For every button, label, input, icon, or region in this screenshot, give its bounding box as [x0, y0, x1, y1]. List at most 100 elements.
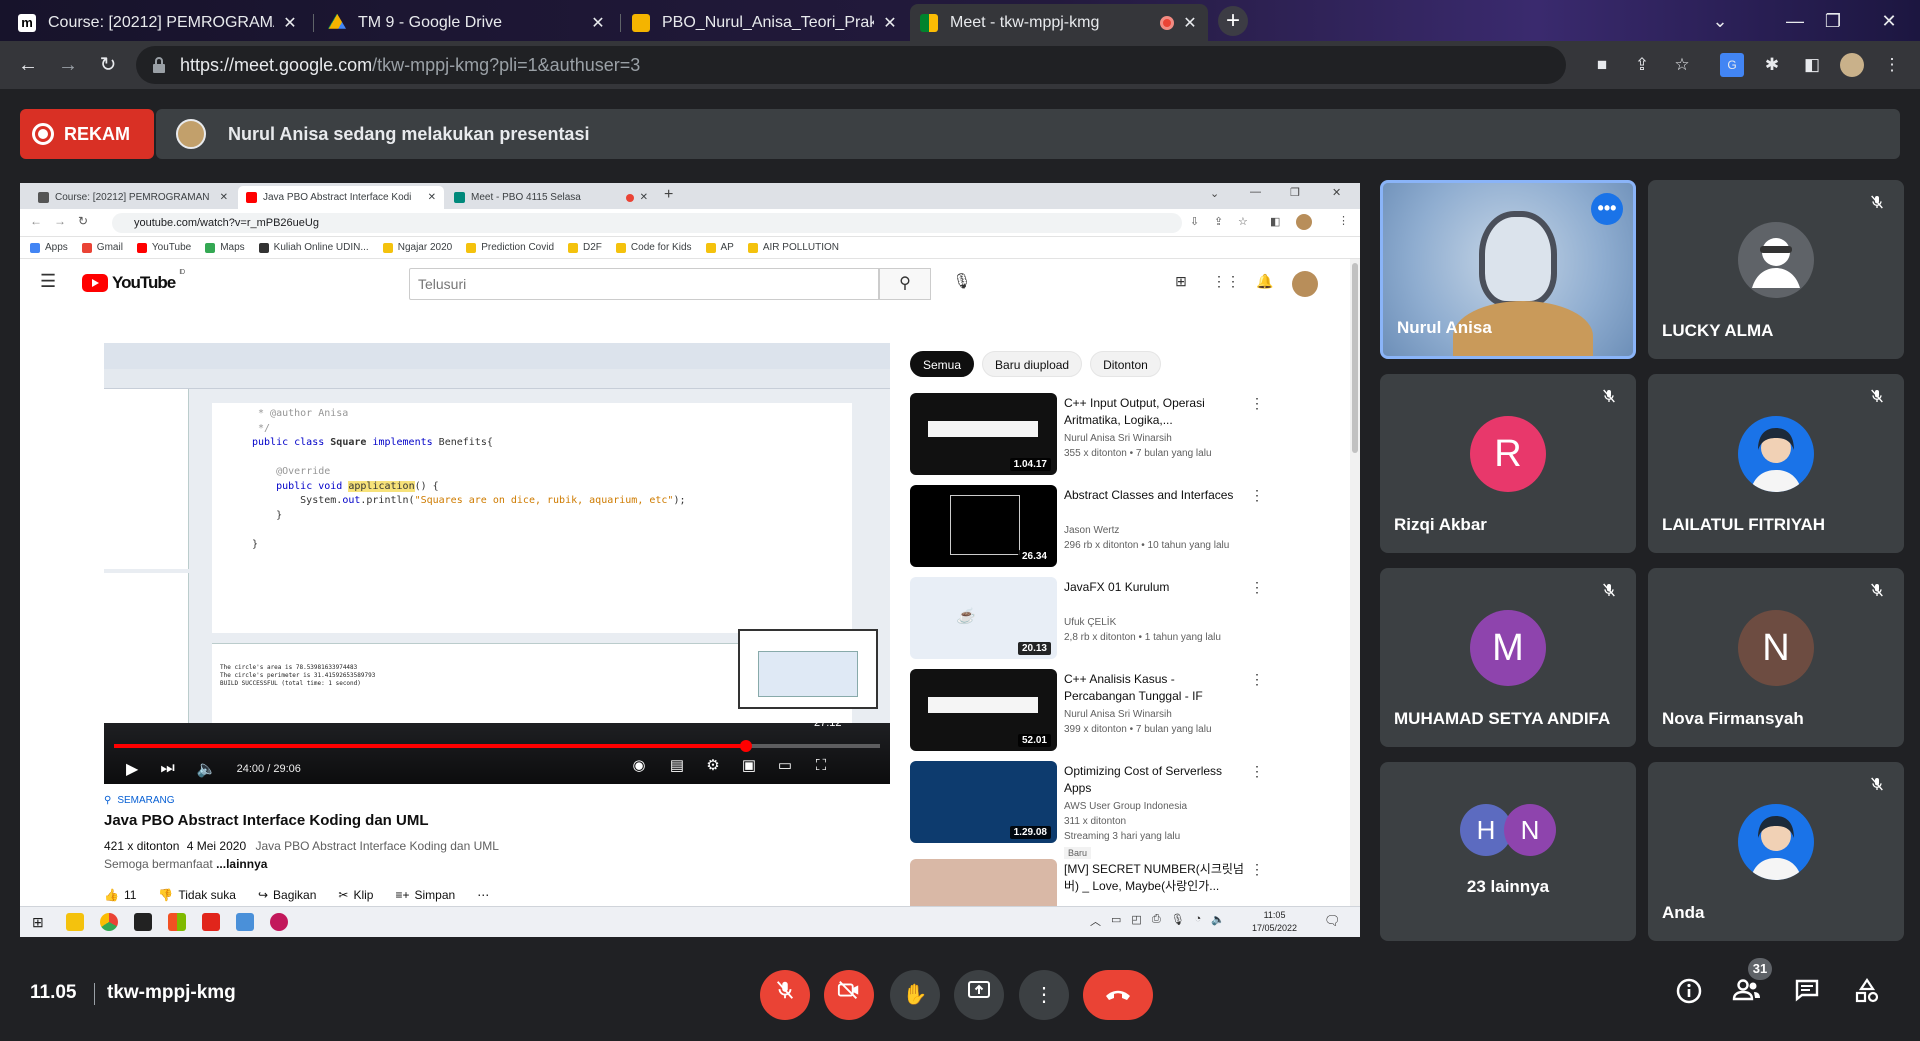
theater-mode-icon: ▭	[777, 757, 793, 774]
bookmark-label: Maps	[220, 242, 245, 253]
tab-search-icon[interactable]: ⌄	[1705, 8, 1735, 34]
share-arrow-icon: ↪	[257, 888, 269, 902]
tray-icon: ▭	[1111, 914, 1122, 926]
microphone-icon: 🎙	[952, 273, 972, 290]
dislike-button: 👎 Tidak suka	[158, 888, 236, 902]
more-vert-icon: ⋮	[1250, 861, 1264, 877]
meeting-details-button[interactable]	[1672, 978, 1706, 1012]
participant-name: LAILATUL FITRIYAH	[1662, 515, 1826, 534]
miniplayer-icon: ▣	[741, 757, 757, 774]
bookmark-folder-icon	[81, 242, 92, 253]
extensions-icon[interactable]: ✱	[1760, 53, 1784, 77]
share-icon[interactable]: ⇪	[1630, 53, 1654, 77]
video-progress-knob	[739, 740, 752, 752]
menu-kebab-icon[interactable]: ⋮	[1880, 53, 1904, 77]
restore-icon[interactable]: ❐	[1818, 8, 1848, 34]
forward-arrow-icon[interactable]: →	[52, 49, 84, 81]
chat-icon	[1795, 979, 1819, 1002]
video-progress-bar	[114, 740, 880, 752]
participant-name: Nurul Anisa	[1397, 318, 1492, 337]
video-time: 24:00 / 29:06	[236, 762, 301, 775]
window-close-icon[interactable]: ✕	[1874, 8, 1904, 34]
bookmark-item: Gmail	[81, 242, 123, 253]
reload-icon[interactable]: ↻	[92, 49, 124, 81]
system-clock: 11:05 17/05/2022	[1252, 909, 1297, 935]
filter-chip: Semua	[910, 351, 975, 377]
profile-avatar[interactable]	[1840, 53, 1864, 77]
more-horiz-icon[interactable]: •••	[1591, 193, 1623, 225]
present-screen-button[interactable]	[954, 970, 1004, 1020]
side-panel-icon: ◧	[1270, 216, 1281, 228]
participant-tile[interactable]: LUCKY ALMA	[1648, 180, 1904, 359]
camera-icon[interactable]: ■	[1590, 53, 1614, 77]
video-duration: 20.13	[1017, 642, 1051, 655]
hang-up-icon	[1106, 990, 1130, 1000]
close-icon[interactable]: ✕	[1182, 13, 1198, 33]
camera-toggle-button[interactable]	[824, 970, 874, 1020]
video-info: ⚲ SEMARANG Java PBO Abstract Interface K…	[104, 795, 890, 871]
participant-name: Rizqi Akbar	[1394, 515, 1487, 534]
video-thumbnail: ☕ 20.13	[910, 577, 1057, 659]
shared-tab-label: Meet - PBO 4115 Selasa	[471, 192, 581, 203]
browser-tab-label: TM 9 - Google Drive	[358, 13, 503, 31]
activities-button[interactable]	[1850, 978, 1884, 1012]
minimize-icon: —	[1250, 186, 1261, 198]
wifi-icon: ◔	[1194, 913, 1202, 925]
participants-button[interactable]	[1730, 978, 1764, 1012]
meeting-code: tkw-mppj-kmg	[107, 982, 236, 1003]
address-bar[interactable]: https://meet.google.com/tkw-mppj-kmg?pli…	[136, 46, 1566, 84]
participant-tile[interactable]: N Nova Firmansyah	[1648, 568, 1904, 747]
participant-name: 23 lainnya	[1466, 877, 1550, 896]
url-host: https://meet.google.com	[180, 54, 373, 75]
chat-button[interactable]	[1790, 978, 1824, 1012]
new-tab-icon: +	[664, 186, 674, 203]
microphone-toggle-button[interactable]	[760, 970, 810, 1020]
participant-tile[interactable]: H N 23 lainnya	[1380, 762, 1636, 941]
google-meet-icon	[454, 192, 465, 203]
participant-tile[interactable]: Anda	[1648, 762, 1904, 941]
recommendation-views: 311 x ditonton	[1064, 816, 1127, 827]
bookmark-star-icon: ☆	[1238, 216, 1248, 228]
browser-tab-meet[interactable]: Meet - tkw-mppj-kmg ✕	[910, 4, 1208, 41]
youtube-icon	[246, 192, 257, 203]
leave-call-button[interactable]	[1083, 970, 1153, 1020]
new-tab-button[interactable]: +	[1218, 6, 1248, 36]
browser-tab-course[interactable]: m Course: [20212] PEMROGRAMAN BERORIENTA…	[8, 4, 308, 41]
browser-tab-slides[interactable]: PBO_Nurul_Anisa_Teori_Praktik_9 ✕	[622, 4, 908, 41]
bookmark-star-icon[interactable]: ☆	[1670, 53, 1694, 77]
recording-badge[interactable]: REKAM	[20, 109, 154, 159]
app-icon	[134, 913, 152, 931]
video-desc-text: Semoga bermanfaat	[104, 857, 217, 871]
participant-tile[interactable]: LAILATUL FITRIYAH	[1648, 374, 1904, 553]
like-count: 11	[123, 888, 137, 902]
close-icon[interactable]: ✕	[282, 13, 298, 33]
speaker-icon: 🔈	[1211, 914, 1225, 926]
youtube-play-icon	[82, 274, 108, 292]
bookmark-folder-icon	[258, 242, 269, 253]
shared-tab-meet: Meet - PBO 4115 Selasa ✕	[446, 186, 656, 209]
tray-mic-icon: 🎙	[1170, 914, 1185, 926]
minimize-icon[interactable]: —	[1780, 8, 1810, 34]
video-title: Java PBO Abstract Interface Koding dan U…	[104, 812, 429, 829]
more-options-button[interactable]: ⋮	[1019, 970, 1069, 1020]
share-button: ↪ Bagikan	[258, 888, 316, 902]
side-panel-icon[interactable]: ◧	[1800, 53, 1824, 77]
close-icon[interactable]: ✕	[590, 13, 606, 33]
mic-off-icon	[1864, 386, 1890, 412]
recommendation-item: 1.04.17 C++ Input Output, Operasi Aritmat…	[910, 393, 1350, 477]
bookmark-label: Prediction Covid	[481, 242, 555, 253]
video-location: ⚲ SEMARANG	[104, 795, 890, 806]
participant-tile[interactable]: R Rizqi Akbar	[1380, 374, 1636, 553]
participant-tile[interactable]: ••• Nurul Anisa	[1380, 180, 1636, 359]
youtube-header: ☰ YouTube ID Telusuri ⚲ 🎙 ⊞ ⋮⋮ 🔔	[20, 259, 1350, 307]
browser-tab-drive[interactable]: TM 9 - Google Drive ✕	[318, 4, 616, 41]
youtube-logo-text: YouTube	[112, 273, 176, 292]
close-icon[interactable]: ✕	[882, 13, 898, 33]
recommendation-item: 52.01 C++ Analisis Kasus - Percabangan Tu…	[910, 669, 1350, 753]
back-arrow-icon[interactable]: ←	[12, 49, 44, 81]
translate-icon[interactable]: G	[1720, 53, 1744, 77]
participant-tile[interactable]: M MUHAMAD SETYA ANDIFA	[1380, 568, 1636, 747]
recommendation-title: C++ Analisis Kasus - Percabangan Tunggal…	[1064, 672, 1203, 703]
raise-hand-button[interactable]: ✋	[890, 970, 940, 1020]
mic-off-icon	[1596, 386, 1622, 412]
